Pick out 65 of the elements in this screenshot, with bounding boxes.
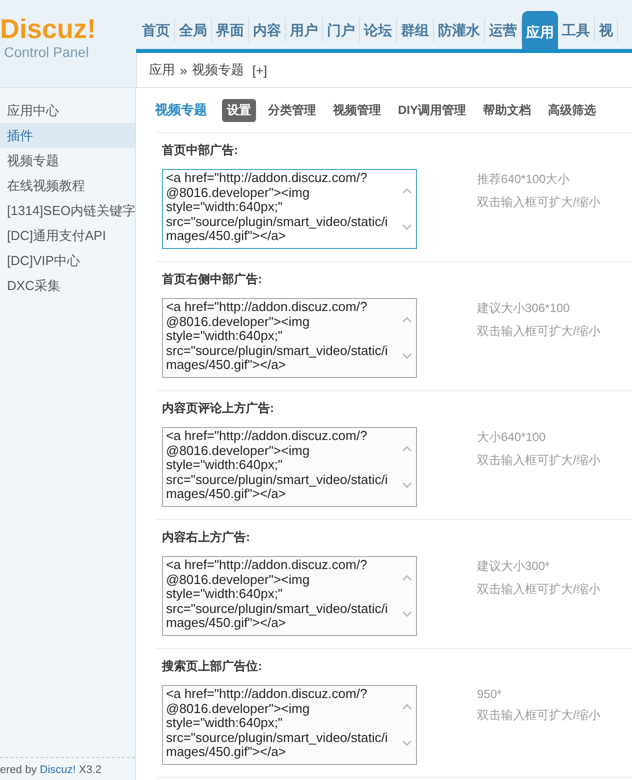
logo-text: Discuz! [0, 14, 98, 44]
breadcrumb-separator: » [180, 62, 188, 78]
scroll-up-icon[interactable] [402, 316, 412, 324]
plugin-title: 视频专题 [155, 101, 207, 119]
sub-tab[interactable]: 视频管理 [328, 98, 386, 122]
nav-tab[interactable]: 工具 [558, 18, 595, 42]
code-field[interactable]: <a href="http://addon.discuz.com/?@8016.developer"><img style="width:640px;" src="source/plugin/smart_video/static/images/450.gif"></a> [162, 685, 417, 765]
setting-label: 内容右上方广告: [162, 530, 251, 544]
powered-by-text: ered by Discuz! X3.2 [0, 757, 135, 780]
scroll-down-icon[interactable] [402, 481, 412, 489]
nav-tab[interactable]: 防灌水 [434, 18, 485, 42]
sub-tab[interactable]: 设置 [222, 98, 256, 122]
scroll-up-icon[interactable] [402, 574, 412, 582]
resize-hint: 双击输入框可扩大/缩小 [477, 194, 600, 211]
sidebar-item[interactable]: [DC]VIP中心 [0, 248, 135, 273]
scroll-down-icon[interactable] [402, 352, 412, 360]
scroll-down-icon[interactable] [402, 739, 412, 747]
scroll-up-icon[interactable] [402, 445, 412, 453]
size-hint: 建议大小300* [477, 558, 551, 575]
nav-tab[interactable]: 论坛 [360, 18, 397, 42]
sidebar-item[interactable]: 视频专题 [0, 148, 135, 173]
nav-tab[interactable]: 用户 [286, 18, 323, 42]
scroll-up-icon[interactable] [402, 703, 412, 711]
setting-label: 内容页评论上方广告: [162, 401, 275, 415]
resize-hint: 双击输入框可扩大/缩小 [477, 452, 600, 469]
sidebar-item[interactable]: 应用中心 [0, 98, 135, 123]
discuz-link[interactable]: Discuz! [40, 764, 76, 776]
nav-tab[interactable]: 内容 [249, 18, 286, 42]
logo-subtitle: Control Panel [3, 44, 90, 60]
code-field[interactable]: <a href="http://addon.discuz.com/?@8016.developer"><img style="width:640px;" src="source/plugin/smart_video/static/images/450.gif"></a> [162, 427, 417, 507]
nav-tab[interactable]: 首页 [138, 18, 175, 42]
sidebar-item[interactable]: [DC]通用支付API [0, 223, 135, 248]
sidebar-item[interactable]: DXC采集 [0, 273, 135, 298]
nav-tab[interactable]: 视 [595, 18, 618, 42]
nav-tab[interactable]: 群组 [397, 18, 434, 42]
breadcrumb-link[interactable]: 应用 [149, 61, 175, 79]
resize-hint: 双击输入框可扩大/缩小 [477, 323, 600, 340]
sidebar-item[interactable]: 在线视频教程 [0, 173, 135, 198]
sidebar-item[interactable]: 插件 [0, 123, 135, 148]
breadcrumb-current: 视频专题 [192, 61, 244, 79]
size-hint: 950* [477, 687, 503, 701]
setting-label: 首页右侧中部广告: [162, 272, 263, 286]
scroll-down-icon[interactable] [402, 610, 412, 618]
setting-label: 首页中部广告: [162, 143, 239, 157]
code-field[interactable]: <a href="http://addon.discuz.com/?@8016.developer"><img style="width:640px;" src="source/plugin/smart_video/static/images/450.gif"></a> [162, 556, 417, 636]
resize-hint: 双击输入框可扩大/缩小 [477, 581, 600, 598]
code-field[interactable]: <a href="http://addon.discuz.com/?@8016.developer"><img style="width:640px;" src="source/plugin/smart_video/static/images/450.gif"></a> [162, 298, 417, 378]
size-hint: 建议大小306*100 [477, 300, 571, 317]
code-field[interactable]: <a href="http://addon.discuz.com/?@8016.developer"><img style="width:640px;" src="source/plugin/smart_video/static/images/450.gif"></a> [162, 169, 417, 249]
sub-tab[interactable]: DIY调用管理 [393, 98, 472, 122]
scroll-up-icon[interactable] [402, 187, 412, 195]
nav-tab[interactable]: 全局 [175, 18, 212, 42]
add-shortcut-link[interactable]: [+] [252, 62, 268, 78]
sub-tab[interactable]: 高级筛选 [543, 98, 602, 122]
size-hint: 大小640*100 [477, 429, 547, 446]
nav-tab[interactable]: 界面 [212, 18, 249, 42]
size-hint: 推荐640*100大小 [477, 171, 571, 188]
sub-tab[interactable]: 分类管理 [263, 98, 321, 122]
scroll-down-icon[interactable] [402, 223, 412, 231]
resize-hint: 双击输入框可扩大/缩小 [477, 707, 600, 724]
nav-tab[interactable]: 门户 [323, 18, 360, 42]
nav-tab[interactable]: 应用 [522, 11, 558, 49]
sidebar-item[interactable]: [1314]SEO内链关键字 [0, 198, 135, 223]
setting-label: 搜索页上部广告位: [162, 659, 263, 673]
sub-tab[interactable]: 帮助文档 [478, 98, 536, 122]
